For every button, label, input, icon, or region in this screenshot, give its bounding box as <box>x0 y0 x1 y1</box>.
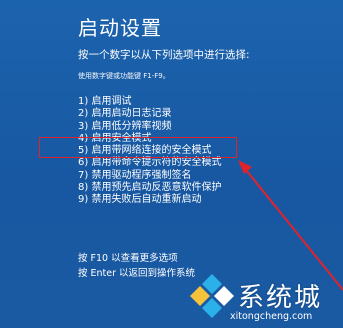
option-enable-boot-logging[interactable]: 2) 启用启动日志记录 <box>78 108 221 120</box>
watermark-name: 系统城 <box>238 283 323 313</box>
page-title: 启动设置 <box>78 16 162 40</box>
option-disable-auto-restart[interactable]: 9) 禁用失败后自动重新启动 <box>78 194 221 206</box>
diamond-logo-icon <box>190 274 234 318</box>
startup-settings-screen: 启动设置 按一个数字以从下列选项中进行选择: 使用数字键或功能键 F1-F9。 … <box>0 0 343 328</box>
instruction-text: 按一个数字以从下列选项中进行选择: <box>78 49 250 61</box>
site-watermark: 系统城 xitongcheng.com <box>190 272 343 328</box>
safe-mode-highlight-box <box>39 137 237 158</box>
option-safe-mode-command-prompt[interactable]: 6) 启用带命令提示符的安全模式 <box>78 157 221 169</box>
option-enable-low-resolution-video[interactable]: 3) 启用低分辨率视频 <box>78 121 221 133</box>
option-disable-early-antimalware[interactable]: 8) 禁用预先启动反恶意软件保护 <box>78 182 221 194</box>
return-to-os-link[interactable]: 按 Enter 以返回到操作系统 <box>78 266 195 281</box>
watermark-url: xitongcheng.com <box>230 311 313 322</box>
footer-instructions: 按 F10 以查看更多选项 按 Enter 以返回到操作系统 <box>78 251 195 281</box>
more-options-link[interactable]: 按 F10 以查看更多选项 <box>78 251 195 266</box>
option-disable-driver-signature[interactable]: 7) 禁用驱动程序强制签名 <box>78 170 221 182</box>
hint-text: 使用数字键或功能键 F1-F9。 <box>78 72 170 80</box>
option-enable-debugging[interactable]: 1) 启用调试 <box>78 96 221 108</box>
